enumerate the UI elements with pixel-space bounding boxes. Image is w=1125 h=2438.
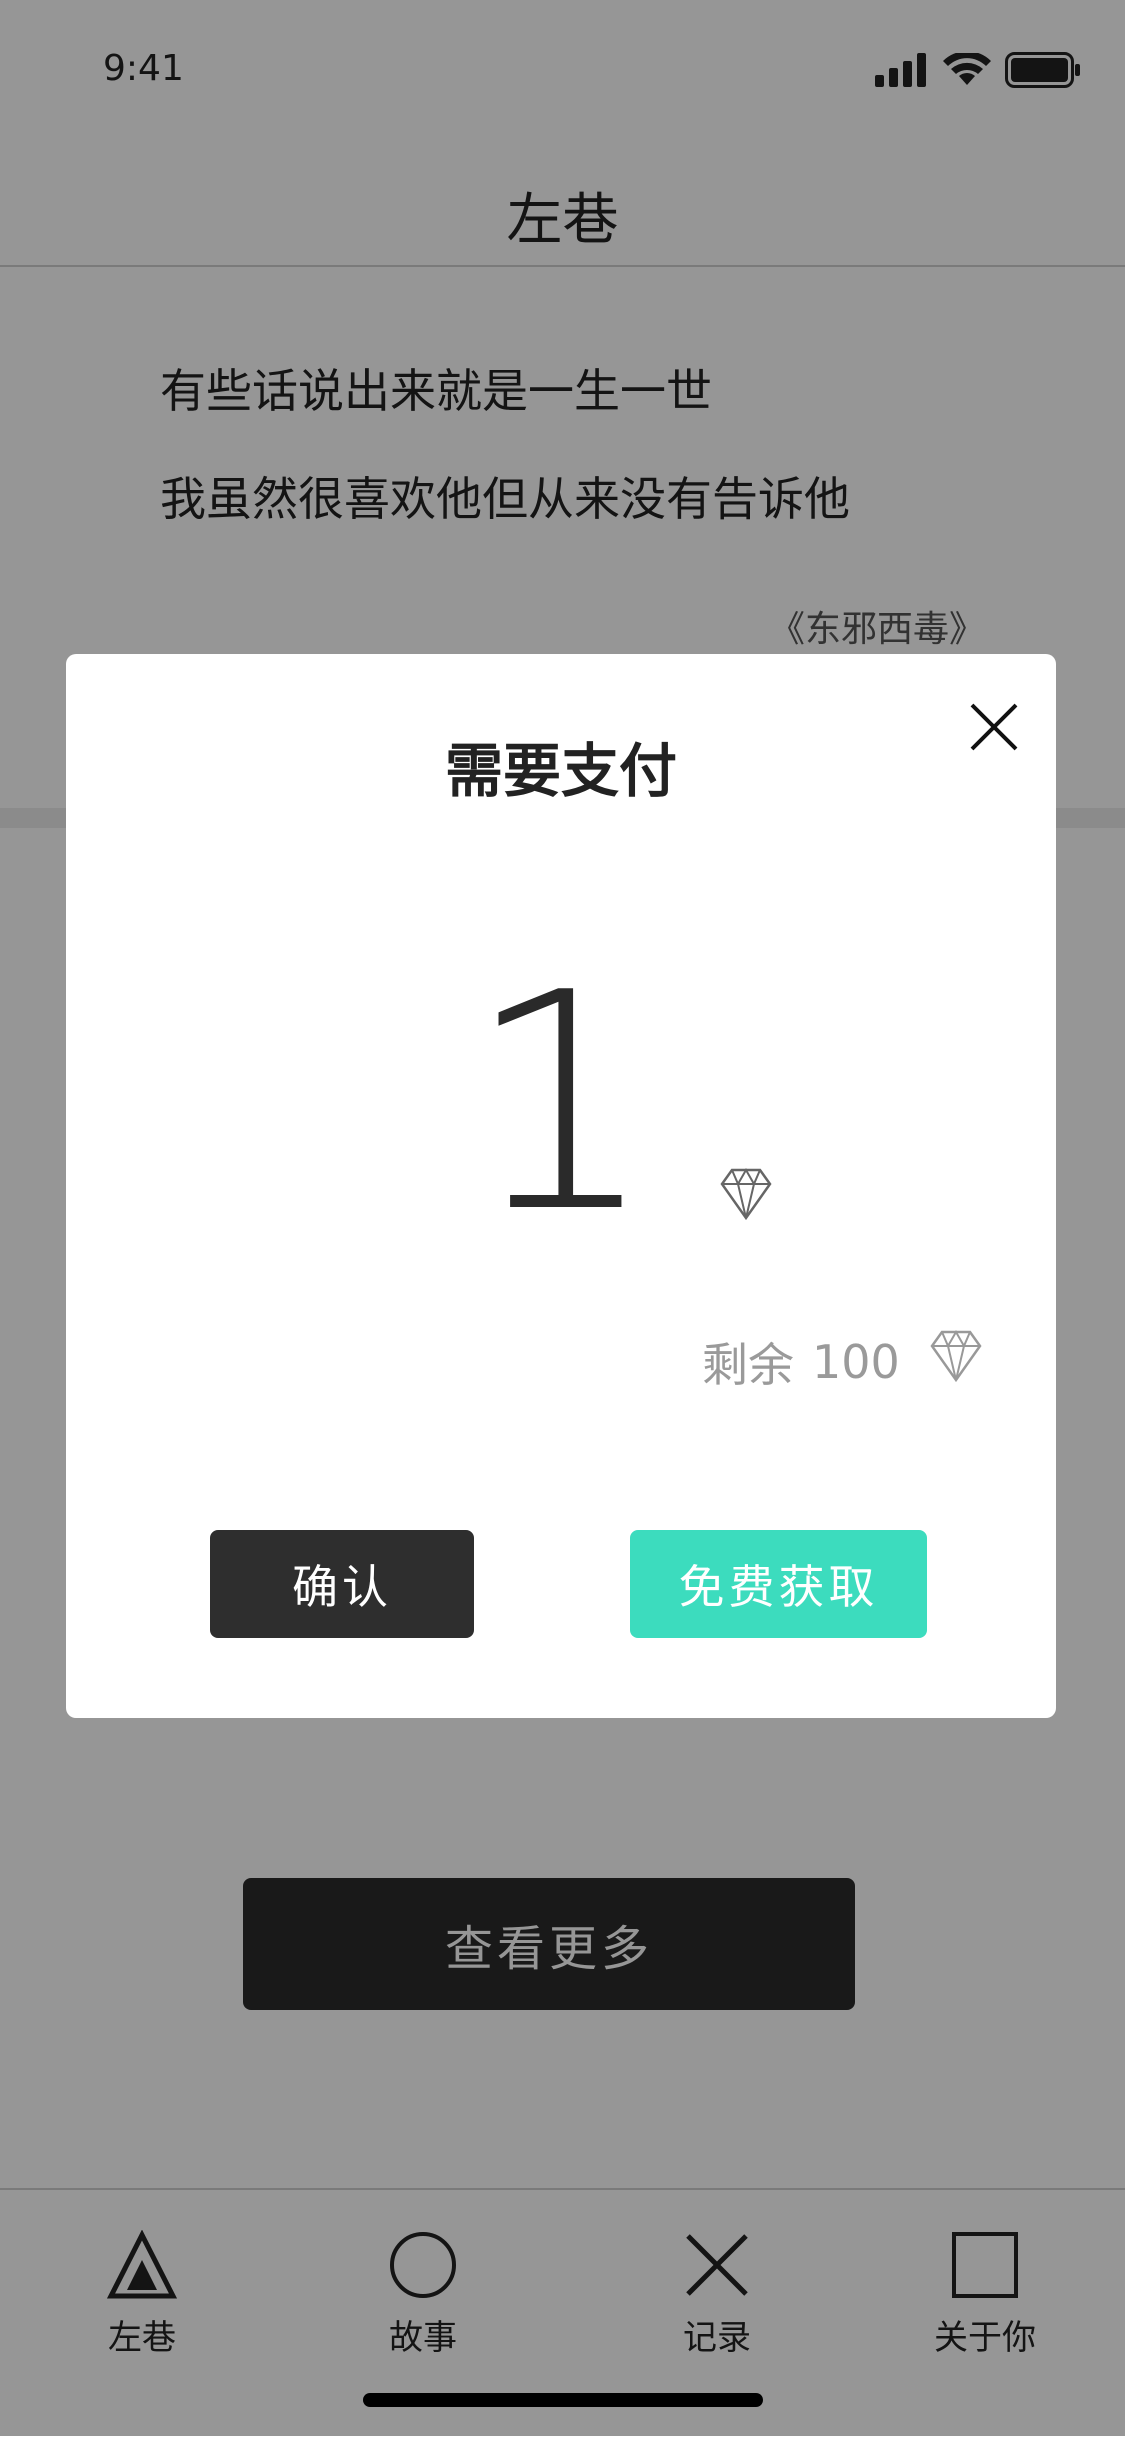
- remaining-balance: 剩余 100: [702, 1329, 900, 1395]
- diamond-icon: [720, 1167, 772, 1221]
- close-icon[interactable]: [966, 699, 1022, 755]
- remaining-value: 100: [812, 1335, 900, 1389]
- remaining-label: 剩余: [702, 1338, 794, 1392]
- payment-dialog: 需要支付 1 剩余 100 确认 免费获取: [66, 654, 1056, 1718]
- home-indicator[interactable]: [363, 2393, 763, 2407]
- confirm-button[interactable]: 确认: [210, 1530, 474, 1638]
- diamond-icon: [930, 1329, 982, 1383]
- payment-amount: 1: [465, 929, 657, 1278]
- get-free-button[interactable]: 免费获取: [630, 1530, 927, 1638]
- dialog-title: 需要支付: [444, 737, 677, 805]
